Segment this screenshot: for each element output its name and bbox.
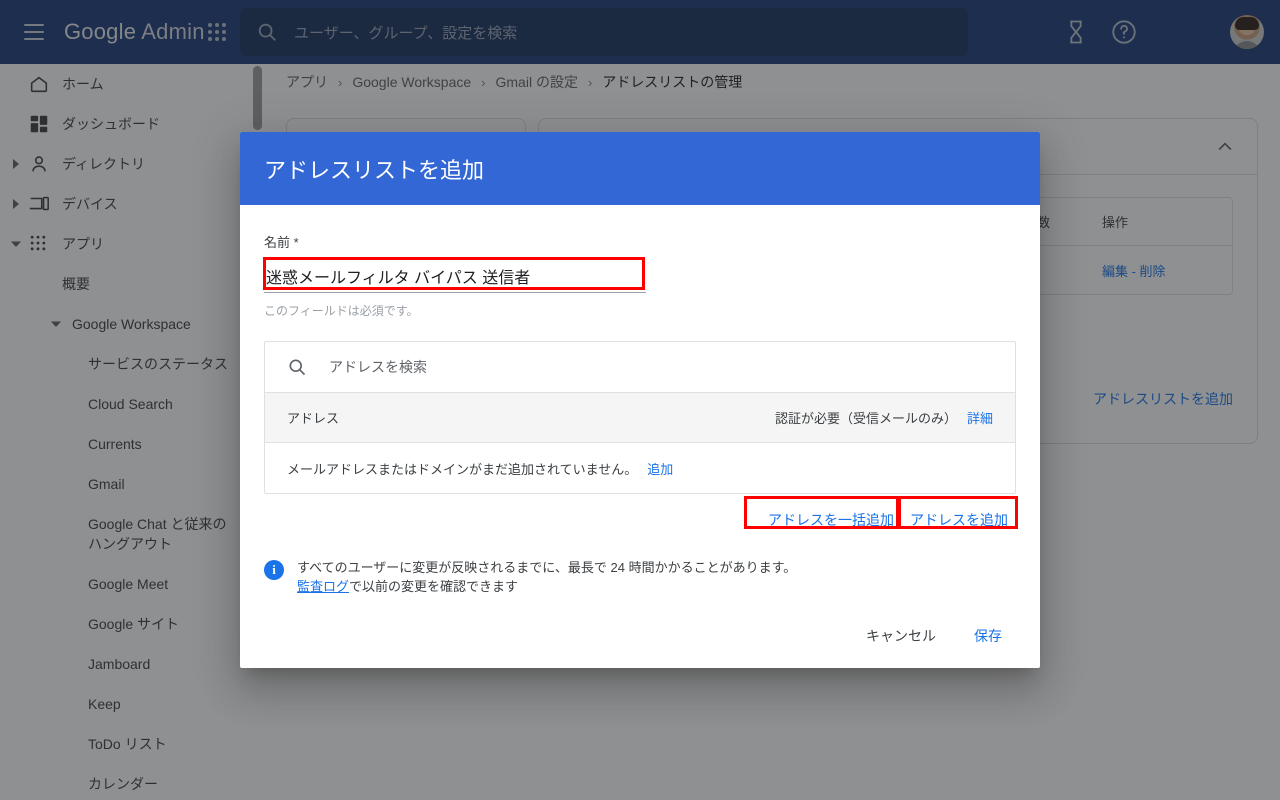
info-notice: i すべてのユーザーに変更が反映されるまでに、最長で 24 時間かかることがあり…: [264, 558, 1016, 596]
name-input[interactable]: [264, 263, 646, 293]
info-notice-line2: で以前の変更を確認できます: [349, 579, 519, 594]
addresses-empty-row: メールアドレスまたはドメインがまだ追加されていません。 追加: [265, 443, 1015, 493]
info-icon: i: [264, 560, 284, 580]
name-field-wrapper: [264, 263, 646, 293]
audit-log-link[interactable]: 監査ログ: [297, 579, 349, 594]
address-search-placeholder: アドレスを検索: [329, 359, 427, 375]
bulk-add-addresses-button[interactable]: アドレスを一括追加: [760, 502, 902, 538]
dialog-footer: キャンセル 保存: [240, 604, 1040, 668]
add-address-button[interactable]: アドレスを追加: [902, 502, 1016, 538]
dialog-title: アドレスリストを追加: [264, 157, 485, 183]
add-address-list-dialog: アドレスリストを追加 名前 * このフィールドは必須です。 アドレスを検索: [240, 132, 1040, 668]
save-button[interactable]: 保存: [960, 618, 1016, 654]
column-header-auth: 認証が必要（受信メールのみ）: [774, 411, 957, 426]
addresses-table-header: アドレス 認証が必要（受信メールのみ） 詳細: [265, 393, 1015, 443]
dialog-body: 名前 * このフィールドは必須です。 アドレスを検索 アドレス: [240, 232, 1040, 596]
modal-overlay[interactable]: アドレスリストを追加 名前 * このフィールドは必須です。 アドレスを検索: [0, 0, 1280, 800]
empty-state-add-link[interactable]: 追加: [647, 459, 673, 478]
auth-details-link[interactable]: 詳細: [967, 408, 993, 427]
empty-state-text: メールアドレスまたはドメインがまだ追加されていません。: [287, 461, 638, 477]
info-notice-text: すべてのユーザーに変更が反映されるまでに、最長で 24 時間かかることがあります…: [297, 558, 796, 596]
column-header-address: アドレス: [287, 411, 340, 426]
name-field-hint: このフィールドは必須です。: [264, 304, 419, 318]
search-icon: [287, 357, 307, 377]
address-search-input[interactable]: アドレスを検索: [265, 342, 1015, 393]
address-action-buttons: アドレスを一括追加 アドレスを追加: [264, 502, 1016, 538]
addresses-panel: アドレスを検索 アドレス 認証が必要（受信メールのみ） 詳細 メールアドレスまた…: [264, 341, 1016, 494]
info-notice-line1: すべてのユーザーに変更が反映されるまでに、最長で 24 時間かかることがあります…: [297, 560, 797, 575]
name-field-label: 名前 *: [264, 235, 299, 250]
cancel-button[interactable]: キャンセル: [852, 618, 950, 654]
dialog-header: アドレスリストを追加: [240, 132, 1040, 205]
